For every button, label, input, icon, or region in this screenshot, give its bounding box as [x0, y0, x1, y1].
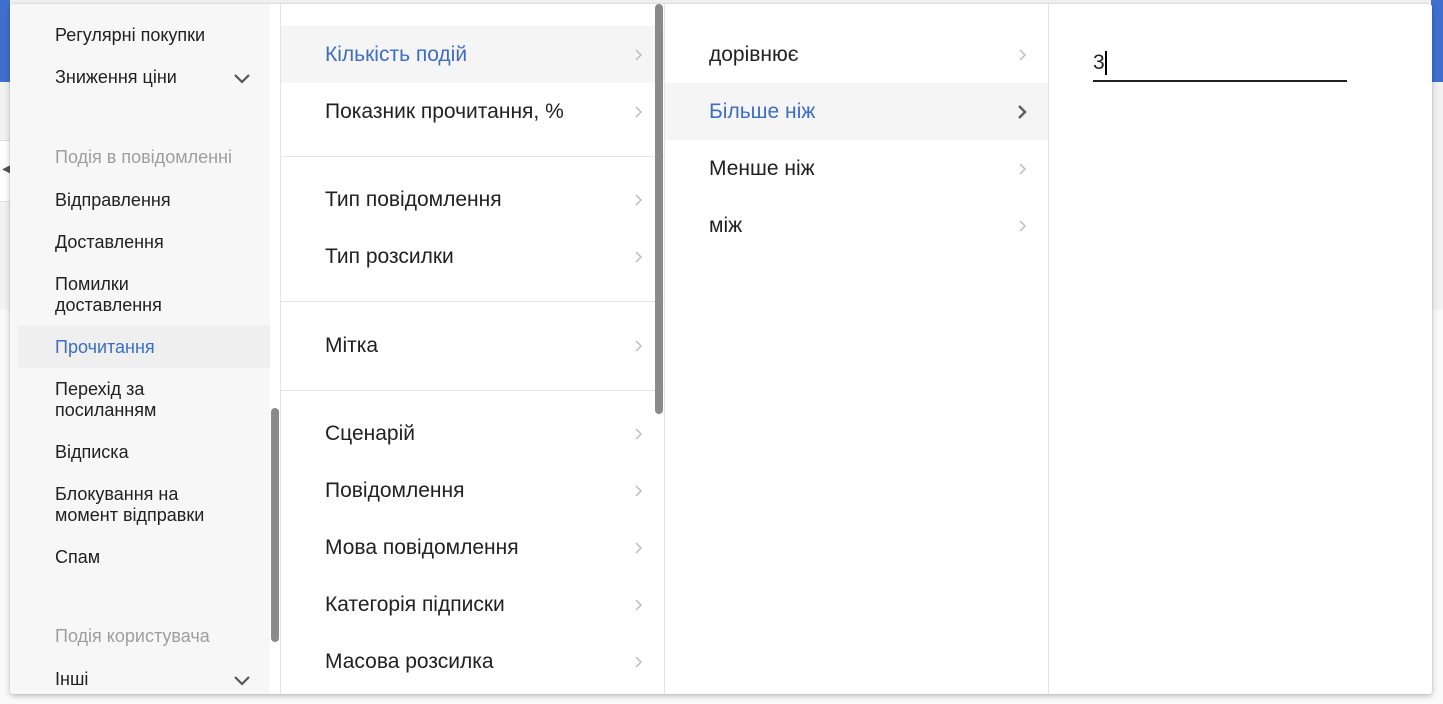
column-scrollbar[interactable]: [655, 4, 663, 414]
operator-column: дорівнює Більше ніж Менше ніж між: [664, 4, 1049, 694]
menu-item-label: між: [709, 213, 743, 237]
sidebar-item-spam[interactable]: Спам: [10, 547, 262, 568]
divider: [281, 390, 665, 391]
menu-item-less-than[interactable]: Менше ніж: [665, 140, 1049, 197]
menu-item-label: Кількість подій: [325, 42, 468, 66]
app-header-strip-right: [1431, 0, 1443, 82]
sidebar-item-link-click[interactable]: Перехід за посиланням: [10, 379, 170, 421]
menu-item-label: Тип розсилки: [325, 244, 454, 268]
chevron-down-icon[interactable]: [232, 671, 252, 691]
menu-item-label: Мітка: [325, 333, 379, 357]
menu-item-label: Сценарій: [325, 421, 415, 445]
section-header-label: Подія в повідомленні: [55, 147, 232, 167]
sidebar-item-label: Регулярні покупки: [55, 25, 206, 45]
sidebar-item-label: Інші: [55, 669, 89, 689]
menu-item-label: дорівнює: [709, 42, 799, 66]
sidebar-item-blocked-at-send[interactable]: Блокування на момент відправки: [10, 484, 240, 526]
divider: [281, 301, 665, 302]
chevron-right-icon: [635, 427, 643, 440]
sidebar-item-sent[interactable]: Відправлення: [10, 190, 262, 211]
value-column: [1048, 4, 1432, 694]
chevron-right-icon: [1019, 219, 1027, 232]
text-caret: [1105, 51, 1107, 75]
value-field: [1093, 46, 1347, 82]
chevron-down-icon[interactable]: [232, 69, 252, 89]
attribute-column: Кількість подій Показник прочитання, % Т…: [280, 4, 665, 694]
sidebar-item-label: Помилки доставлення: [55, 274, 162, 315]
chevron-right-icon: [635, 105, 643, 118]
sidebar-item-label: Блокування на момент відправки: [55, 484, 205, 525]
sidebar-item-regular-purchases[interactable]: Регулярні покупки: [10, 25, 262, 46]
chevron-right-icon: [1019, 48, 1027, 61]
menu-item-label: Тип повідомлення: [325, 187, 502, 211]
menu-item-scenario[interactable]: Сценарій: [281, 405, 665, 462]
chevron-right-icon: [635, 339, 643, 352]
chevron-right-icon: [635, 193, 643, 206]
menu-item-label: Показник прочитання, %: [325, 99, 564, 123]
event-category-column: Регулярні покупки Зниження ціни Подія в …: [10, 4, 270, 694]
sidebar-item-other[interactable]: Інші: [10, 669, 262, 690]
sidebar-item-label: Перехід за посиланням: [55, 379, 157, 420]
menu-item-label: Повідомлення: [325, 478, 465, 502]
menu-item-between[interactable]: між: [665, 197, 1049, 254]
menu-item-message-type[interactable]: Тип повідомлення: [281, 171, 665, 228]
sidebar-item-price-drop[interactable]: Зниження ціни: [10, 67, 262, 88]
sidebar-item-read[interactable]: Прочитання: [18, 326, 270, 368]
menu-item-tag[interactable]: Мітка: [281, 317, 665, 374]
chevron-right-icon: [635, 655, 643, 668]
sidebar-item-delivery-errors[interactable]: Помилки доставлення: [10, 274, 190, 316]
sidebar-item-label: Спам: [55, 547, 101, 567]
column-scrollbar[interactable]: [271, 408, 279, 642]
chevron-right-icon: [1019, 162, 1027, 175]
section-header-message-event: Подія в повідомленні: [10, 147, 262, 168]
value-input[interactable]: [1093, 46, 1347, 80]
chevron-right-icon: [1018, 104, 1027, 119]
chevron-right-icon: [635, 541, 643, 554]
menu-item-equals[interactable]: дорівнює: [665, 26, 1049, 83]
menu-item-event-count[interactable]: Кількість подій: [281, 26, 665, 83]
menu-item-subscription-category[interactable]: Категорія підписки: [281, 576, 665, 633]
menu-item-label: Більше ніж: [709, 99, 816, 123]
sidebar-item-label: Відписка: [55, 442, 129, 462]
divider: [281, 156, 665, 157]
sidebar-item-label: Відправлення: [55, 190, 171, 210]
menu-item-greater-than[interactable]: Більше ніж: [665, 83, 1049, 140]
menu-item-label: Категорія підписки: [325, 592, 505, 616]
chevron-right-icon: [635, 598, 643, 611]
sidebar-item-label: Зниження ціни: [55, 67, 177, 87]
app-header-strip: [0, 0, 10, 82]
menu-item-message-language[interactable]: Мова повідомлення: [281, 519, 665, 576]
chevron-right-icon: [635, 48, 643, 61]
menu-item-message[interactable]: Повідомлення: [281, 462, 665, 519]
chevron-right-icon: [635, 250, 643, 263]
filter-cascade-menu: Регулярні покупки Зниження ціни Подія в …: [10, 4, 1432, 694]
section-header-label: Подія користувача: [55, 626, 210, 646]
menu-item-label: Менше ніж: [709, 156, 815, 180]
sidebar-item-unsubscribe[interactable]: Відписка: [10, 442, 262, 463]
menu-item-label: Мова повідомлення: [325, 535, 519, 559]
sidebar-item-label: Прочитання: [55, 336, 155, 357]
section-header-user-event: Подія користувача: [10, 626, 262, 647]
chevron-right-icon: [635, 484, 643, 497]
menu-item-label: Масова розсилка: [325, 649, 494, 673]
menu-item-read-rate[interactable]: Показник прочитання, %: [281, 83, 665, 140]
sidebar-item-delivered[interactable]: Доставлення: [10, 232, 262, 253]
menu-item-mailing-type[interactable]: Тип розсилки: [281, 228, 665, 285]
sidebar-item-label: Доставлення: [55, 232, 164, 252]
menu-item-bulk-mailing[interactable]: Масова розсилка: [281, 633, 665, 690]
